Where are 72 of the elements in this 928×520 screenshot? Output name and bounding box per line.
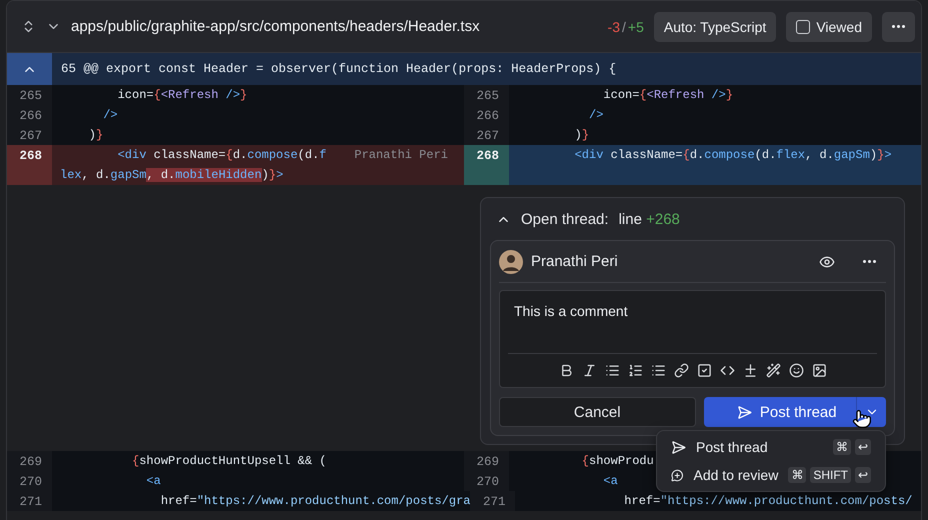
image-icon[interactable]: [812, 363, 826, 378]
code-icon[interactable]: [720, 363, 734, 378]
comment-editor[interactable]: This is a comment: [499, 290, 886, 388]
link-icon[interactable]: [674, 363, 688, 378]
line-number: 266: [7, 105, 52, 125]
eye-icon[interactable]: [819, 254, 835, 270]
file-path: apps/public/graphite-app/src/components/headers/Header.tsx: [71, 18, 480, 35]
blame-author: Pranathi Peri: [354, 148, 449, 162]
indent-list-icon[interactable]: [650, 363, 666, 378]
comment-text: This is a comment: [513, 302, 629, 321]
avatar: [499, 250, 523, 274]
code-line: {showProdu: [580, 454, 654, 468]
numbered-list-icon[interactable]: [628, 363, 642, 378]
checkbox-icon[interactable]: [696, 363, 712, 378]
code-line: href="https://www.producthunt.com/posts/: [623, 494, 912, 508]
additions-count: +5: [628, 18, 644, 34]
send-icon: [736, 404, 752, 420]
line-number: 266: [464, 105, 509, 125]
hand-cursor-icon: [852, 409, 872, 429]
hunk-text: 65 @@ export const Header = observer(function Header(props: HeaderProps) {: [60, 62, 616, 76]
checkbox[interactable]: [796, 20, 810, 34]
line-number: 265: [464, 85, 509, 105]
more-icon: [892, 25, 905, 28]
magic-wand-icon[interactable]: [766, 363, 780, 378]
italic-icon[interactable]: [582, 363, 596, 378]
plus-minus-icon[interactable]: [742, 363, 758, 378]
line-number: 265: [7, 85, 52, 105]
separator: /: [622, 18, 626, 34]
shortcut-key: ↩: [855, 467, 871, 483]
shortcut-key: ⌘: [833, 439, 851, 455]
line-number: 270: [464, 471, 509, 491]
menu-item[interactable]: Add to review ⌘ SHIFT ↩: [657, 461, 885, 489]
code-line: )}: [574, 128, 590, 142]
more-icon[interactable]: [863, 260, 876, 263]
line-number: 269: [7, 451, 52, 471]
thread-line: line +268: [618, 210, 680, 228]
post-thread-button[interactable]: Post thread: [704, 397, 856, 427]
line-number: 269: [464, 451, 509, 471]
cancel-button[interactable]: Cancel: [499, 397, 696, 427]
comment-plus-icon: [671, 468, 684, 482]
emoji-icon[interactable]: [788, 363, 804, 378]
code-line: {showProductHuntUpsell && (: [131, 454, 326, 468]
menu-item[interactable]: Post thread ⌘ ↩: [657, 433, 885, 461]
viewed-button[interactable]: Viewed: [786, 12, 872, 42]
code-line: icon={<Refresh />}: [602, 88, 734, 102]
code-line: />: [102, 108, 118, 122]
deletions-count: -3: [608, 18, 620, 34]
code-line: icon={<Refresh />}: [116, 88, 248, 102]
shortcut-key: ↩: [855, 439, 871, 455]
author-name: Pranathi Peri: [531, 253, 619, 270]
code-line: lex, d.gapSm, d.mobileHidden)}>: [60, 168, 284, 182]
code-line: <a: [602, 474, 618, 488]
line-number: 267: [7, 125, 52, 145]
more-button[interactable]: [882, 12, 915, 42]
shortcut-key: ⌘: [788, 467, 806, 483]
bullet-list-icon[interactable]: [604, 363, 620, 378]
code-line: )}: [88, 128, 104, 142]
code-line: href="https://www.producthunt.com/posts/gra: [160, 494, 470, 508]
language-button[interactable]: Auto: TypeScript: [654, 12, 776, 42]
code-line: <a: [145, 474, 161, 488]
thread-title: Open thread:: [521, 210, 609, 228]
send-icon: [671, 440, 686, 454]
code-line: <div className={d.compose(d.flex, d.gapSm)}>: [574, 148, 892, 162]
code-line: />: [588, 108, 604, 122]
shortcut-key: SHIFT: [810, 467, 851, 483]
line-number: 271: [470, 491, 516, 511]
code-line: <div className={d.compose(d.f: [116, 148, 326, 162]
line-number: 270: [7, 471, 52, 491]
line-number: 268: [464, 145, 509, 185]
line-number: 268: [7, 145, 52, 185]
line-number: 271: [7, 491, 52, 511]
line-number: 267: [464, 125, 509, 145]
